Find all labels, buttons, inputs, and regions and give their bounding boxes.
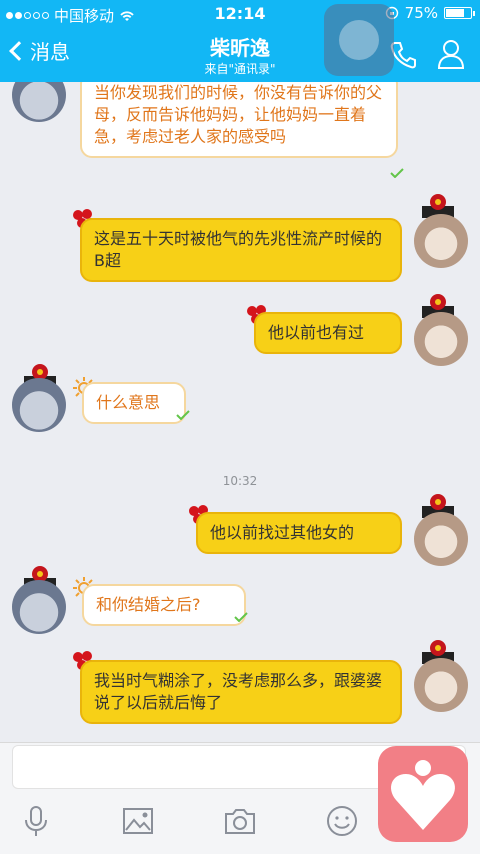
message-bubble-outgoing[interactable]: 他以前找过其他女的 [196, 512, 402, 554]
self-avatar[interactable] [414, 512, 468, 566]
microphone-icon[interactable] [18, 803, 54, 839]
emoji-icon[interactable] [324, 803, 360, 839]
message-bubble-outgoing[interactable]: 他以前也有过 [254, 312, 402, 354]
nav-bar: 消息 柴昕逸 来自"通讯录" [0, 28, 480, 82]
contact-avatar[interactable] [12, 82, 66, 122]
camera-icon[interactable] [222, 803, 258, 839]
floating-assistive-button[interactable] [324, 4, 394, 76]
message-bubble-incoming[interactable]: 当你发现我们的时候，你没有告诉你的父母，反而告诉他妈妈，让他妈妈一直着急，考虑过… [80, 82, 398, 158]
message-bubble-incoming[interactable]: 和你结婚之后? [82, 584, 246, 626]
profile-icon[interactable] [436, 38, 466, 70]
contact-avatar[interactable] [12, 580, 66, 634]
contact-avatar[interactable] [12, 378, 66, 432]
floating-heart-app-icon[interactable] [378, 746, 468, 842]
self-avatar[interactable] [414, 214, 468, 268]
message-bubble-incoming[interactable]: 什么意思 [82, 382, 186, 424]
battery-fill [446, 9, 464, 17]
read-check-icon [390, 168, 404, 178]
heart-icon [391, 760, 455, 830]
message-bubble-outgoing[interactable]: 这是五十天时被他气的先兆性流产时候的B超 [80, 218, 402, 282]
battery-icon [444, 7, 475, 19]
read-check-icon [234, 612, 248, 622]
image-icon[interactable] [120, 803, 156, 839]
chat-area[interactable]: 当你发现我们的时候，你没有告诉你的父母，反而告诉他妈妈，让他妈妈一直着急，考虑过… [0, 82, 480, 742]
status-bar: 中国移动 12:14 75% [0, 0, 480, 28]
self-avatar[interactable] [414, 312, 468, 366]
self-avatar[interactable] [414, 658, 468, 712]
battery-percent: 75% [404, 4, 438, 22]
read-check-icon [176, 410, 190, 420]
status-right: 75% [385, 4, 475, 22]
message-bubble-outgoing[interactable]: 我当时气糊涂了，没考虑那么多，跟婆婆说了以后就后悔了 [80, 660, 402, 724]
message-timestamp: 10:32 [222, 474, 258, 488]
